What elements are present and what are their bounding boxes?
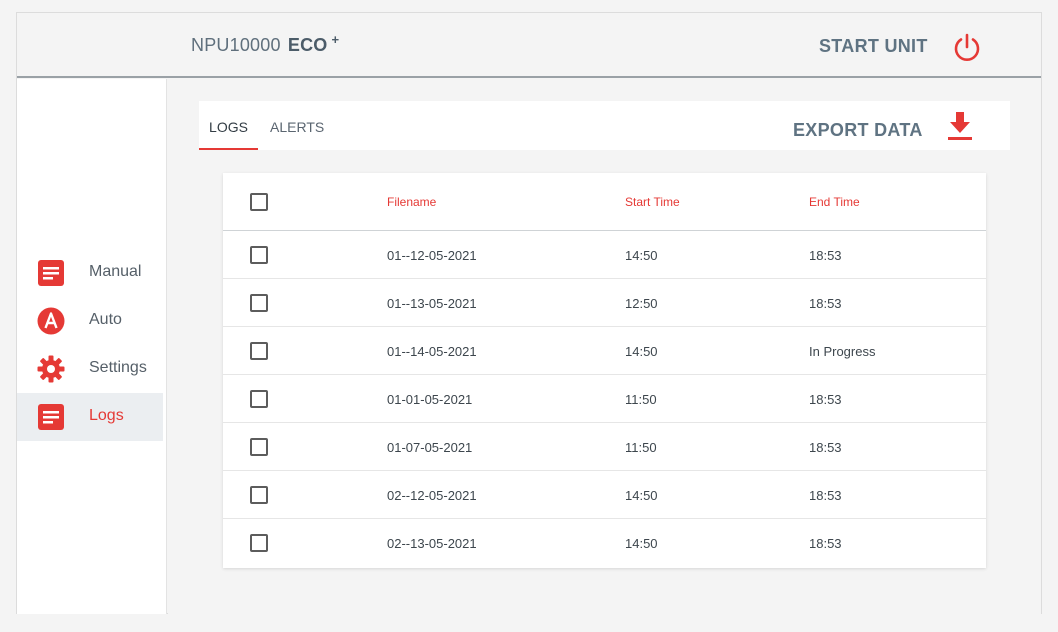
cell-end-time: 18:53 — [809, 440, 842, 455]
sidebar-item-label: Logs — [89, 407, 124, 424]
table-row[interactable]: 01--14-05-2021 14:50 In Progress — [223, 327, 986, 375]
cell-start-time: 12:50 — [625, 296, 658, 311]
main-content: LOGS ALERTS EXPORT DATA Filename Start T… — [168, 79, 1041, 614]
row-checkbox[interactable] — [250, 486, 268, 504]
app-frame: NPU10000 ECO + START UNIT Manual Auto Se… — [16, 12, 1042, 614]
table-header: Filename Start Time End Time — [223, 173, 986, 231]
cell-end-time: 18:53 — [809, 536, 842, 551]
sidebar-item-manual[interactable]: Manual — [17, 249, 163, 297]
table-row[interactable]: 01--13-05-2021 12:50 18:53 — [223, 279, 986, 327]
cell-start-time: 11:50 — [625, 392, 657, 407]
sidebar-item-auto[interactable]: Auto — [17, 297, 163, 345]
cell-filename: 02--13-05-2021 — [387, 536, 477, 551]
document-icon — [38, 260, 64, 286]
row-checkbox[interactable] — [250, 438, 268, 456]
cell-end-time: 18:53 — [809, 296, 842, 311]
logs-table: Filename Start Time End Time 01--12-05-2… — [223, 173, 986, 568]
table-row[interactable]: 01-07-05-2021 11:50 18:53 — [223, 423, 986, 471]
cell-start-time: 14:50 — [625, 536, 658, 551]
row-checkbox[interactable] — [250, 534, 268, 552]
column-header-end-time[interactable]: End Time — [809, 195, 860, 209]
cell-end-time: 18:53 — [809, 488, 842, 503]
table-row[interactable]: 02--12-05-2021 14:50 18:53 — [223, 471, 986, 519]
sidebar-item-settings[interactable]: Settings — [17, 345, 163, 393]
tab-bar: LOGS ALERTS EXPORT DATA — [199, 101, 1010, 150]
row-checkbox[interactable] — [250, 342, 268, 360]
edition-name: ECO — [287, 35, 328, 55]
edition-suffix: + — [331, 32, 340, 47]
tab-logs[interactable]: LOGS — [199, 101, 258, 150]
cell-end-time: In Progress — [809, 344, 876, 359]
row-checkbox[interactable] — [250, 246, 268, 264]
auto-a-icon — [37, 307, 65, 335]
cell-start-time: 14:50 — [625, 344, 658, 359]
cell-start-time: 11:50 — [625, 440, 657, 455]
column-header-start-time[interactable]: Start Time — [625, 195, 680, 209]
sidebar-item-logs[interactable]: Logs — [17, 393, 163, 441]
cell-filename: 01-01-05-2021 — [387, 392, 473, 407]
sidebar-item-label: Settings — [89, 359, 147, 376]
cell-filename: 01--13-05-2021 — [387, 296, 477, 311]
cell-filename: 01--14-05-2021 — [387, 344, 477, 359]
cell-start-time: 14:50 — [625, 248, 658, 263]
cell-filename: 02--12-05-2021 — [387, 488, 477, 503]
cell-end-time: 18:53 — [809, 248, 842, 263]
download-icon[interactable] — [946, 110, 974, 142]
cell-start-time: 14:50 — [625, 488, 658, 503]
table-row[interactable]: 01-01-05-2021 11:50 18:53 — [223, 375, 986, 423]
cell-filename: 01--12-05-2021 — [387, 248, 477, 263]
app-header: NPU10000 ECO + START UNIT — [17, 13, 1041, 78]
table-row[interactable]: 01--12-05-2021 14:50 18:53 — [223, 231, 986, 279]
row-checkbox[interactable] — [250, 294, 268, 312]
document-icon — [38, 404, 64, 430]
table-row[interactable]: 02--13-05-2021 14:50 18:53 — [223, 519, 986, 567]
model-name: NPU10000 — [191, 35, 281, 55]
product-title: NPU10000 ECO + — [191, 32, 340, 56]
export-data-button[interactable]: EXPORT DATA — [793, 120, 923, 141]
power-icon[interactable] — [951, 31, 983, 63]
cell-filename: 01-07-05-2021 — [387, 440, 473, 455]
cell-end-time: 18:53 — [809, 392, 842, 407]
sidebar: Manual Auto Settings Logs — [17, 79, 167, 614]
start-unit-button[interactable]: START UNIT — [819, 36, 928, 57]
sidebar-item-label: Manual — [89, 263, 142, 280]
row-checkbox[interactable] — [250, 390, 268, 408]
column-header-filename[interactable]: Filename — [387, 195, 436, 209]
sidebar-item-label: Auto — [89, 311, 122, 328]
select-all-checkbox[interactable] — [250, 193, 268, 211]
gear-icon — [37, 355, 65, 383]
tab-alerts[interactable]: ALERTS — [270, 101, 324, 150]
